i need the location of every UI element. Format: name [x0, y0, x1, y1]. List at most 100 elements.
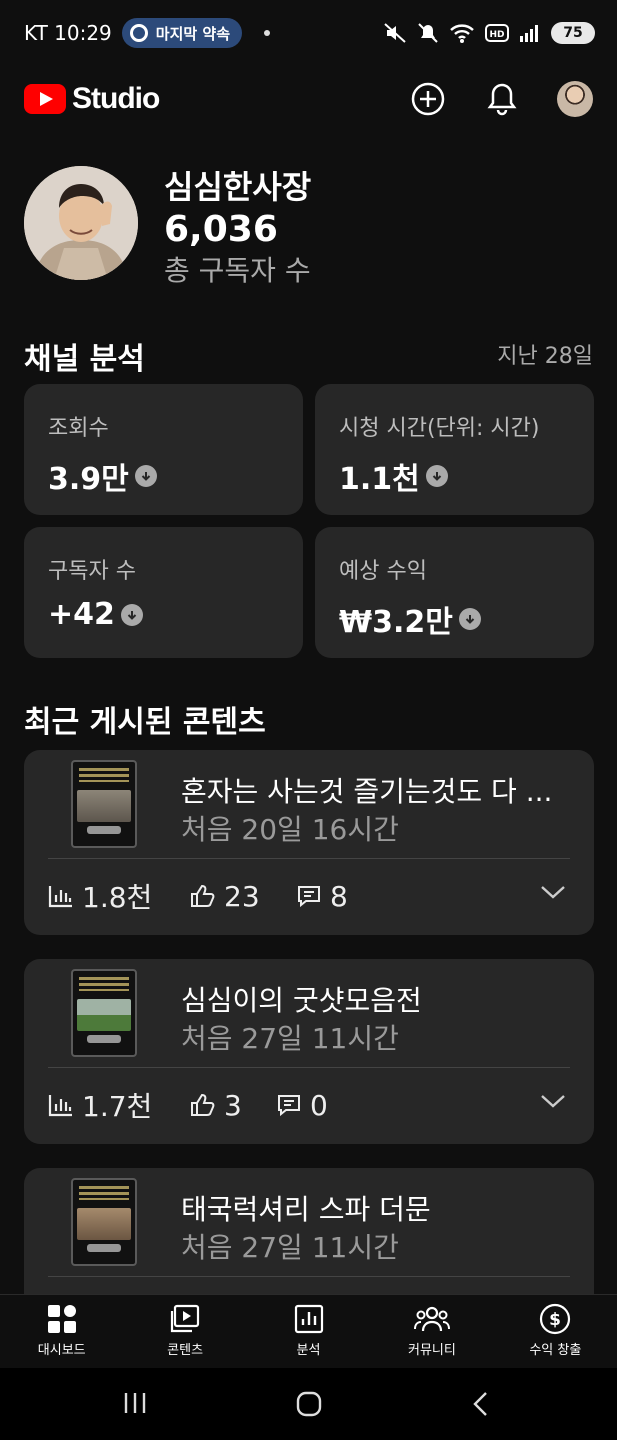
comments-metric: 0 — [276, 1089, 328, 1122]
nav-community[interactable]: 커뮤니티 — [370, 1295, 493, 1368]
video-thumbnail[interactable] — [71, 760, 137, 848]
account-avatar[interactable] — [557, 81, 593, 117]
stat-label: 예상 수익 — [339, 559, 427, 584]
home-icon — [296, 1391, 322, 1417]
video-title: 심심이의 굿샷모음전 — [181, 984, 422, 1017]
studio-logo[interactable]: Studio — [24, 82, 160, 116]
video-title: 태국럭셔리 스파 더문 — [181, 1193, 431, 1226]
nav-label: 대시보드 — [37, 1343, 86, 1358]
trend-down-icon — [120, 603, 143, 626]
stat-label: 조회수 — [48, 416, 109, 441]
signal-icon — [520, 25, 538, 42]
stat-card-subscribers[interactable]: 구독자 수 +42 — [24, 527, 303, 658]
status-left: KT 10:29 마지막 약속 — [24, 18, 271, 48]
trend-down-icon — [458, 608, 481, 630]
channel-info: 심심한사장 6,036 총 구독자 수 — [164, 166, 311, 290]
recents-button[interactable] — [122, 1390, 148, 1420]
video-title: 혼자는 사는것 즐기는것도 다 ... — [181, 775, 553, 808]
trend-down-icon — [425, 465, 448, 487]
header-actions — [409, 80, 593, 118]
add-circle-icon — [411, 82, 445, 116]
likes-metric: 3 — [190, 1089, 276, 1122]
notifications-button[interactable] — [483, 80, 521, 118]
pill-label: 마지막 약속 — [155, 24, 231, 43]
stat-number: ₩3.2만 — [339, 605, 453, 640]
video-card[interactable]: 심심이의 굿샷모음전 처음 27일 11시간 1.7천 3 0 — [24, 959, 594, 1144]
video-metrics: 1.8천 23 8 — [48, 876, 348, 916]
thumbnail-image — [77, 1208, 131, 1240]
thumbs-up-icon — [191, 1093, 215, 1116]
comments-count: 0 — [310, 1088, 328, 1122]
video-card[interactable]: 태국럭셔리 스파 더문 처음 27일 11시간 — [24, 1168, 594, 1294]
video-metrics: 1.7천 3 0 — [48, 1085, 328, 1125]
back-button[interactable] — [470, 1390, 492, 1422]
bell-icon — [487, 83, 517, 116]
thumbnail-logo — [87, 826, 121, 834]
stat-label: 구독자 수 — [48, 559, 136, 584]
stat-value: +42 — [48, 597, 143, 632]
expand-button[interactable] — [540, 884, 566, 904]
stat-card-views[interactable]: 조회수 3.9만 — [24, 384, 303, 515]
dashboard-icon — [47, 1305, 76, 1333]
nav-dashboard[interactable]: 대시보드 — [0, 1295, 123, 1368]
stat-value: ₩3.2만 — [339, 597, 481, 641]
thumbnail-image — [77, 790, 131, 822]
video-thumbnail[interactable] — [71, 969, 137, 1057]
divider — [48, 1067, 570, 1068]
analytics-title: 채널 분석 — [24, 342, 145, 377]
status-right: HD 75 — [383, 22, 595, 44]
analytics-period[interactable]: 지난 28일 — [497, 338, 593, 370]
home-button[interactable] — [295, 1390, 323, 1422]
video-card[interactable]: 혼자는 사는것 즐기는것도 다 ... 처음 20일 16시간 1.8천 23 … — [24, 750, 594, 935]
views-count: 1.8천 — [82, 881, 153, 914]
monetization-icon: $ — [540, 1303, 571, 1335]
subscriber-label: 총 구독자 수 — [164, 254, 311, 287]
channel-avatar[interactable] — [24, 166, 138, 280]
channel-name: 심심한사장 — [164, 168, 312, 206]
wifi-icon — [450, 24, 474, 43]
mute-icon — [384, 23, 406, 43]
chevron-down-icon — [541, 886, 565, 899]
stat-label: 시청 시간(단위: 시간) — [339, 416, 540, 441]
battery-icon: 75 — [551, 22, 595, 44]
subscriber-count: 6,036 — [164, 209, 278, 250]
comment-icon — [278, 1095, 300, 1117]
recents-icon — [124, 1393, 146, 1413]
bar-chart-icon — [48, 1095, 72, 1117]
svg-text:$: $ — [549, 1310, 561, 1330]
last-promise-pill[interactable]: 마지막 약속 — [121, 18, 243, 48]
create-button[interactable] — [409, 80, 447, 118]
likes-count: 23 — [224, 879, 260, 913]
notification-dot-icon — [264, 30, 271, 36]
content-icon — [171, 1304, 200, 1333]
system-nav-bar — [0, 1368, 617, 1440]
thumbnail-logo — [87, 1035, 121, 1043]
analytics-icon — [294, 1304, 323, 1334]
stat-number: 3.9만 — [48, 462, 129, 497]
person-photo-icon — [24, 166, 138, 280]
stat-card-revenue[interactable]: 예상 수익 ₩3.2만 — [315, 527, 594, 658]
hd-icon: HD — [485, 24, 509, 42]
video-thumbnail[interactable] — [71, 1178, 137, 1266]
nav-analytics[interactable]: 분석 — [247, 1295, 370, 1368]
nav-content[interactable]: 콘텐츠 — [123, 1295, 246, 1368]
likes-metric: 23 — [190, 880, 296, 913]
views-count: 1.7천 — [82, 1090, 153, 1123]
nav-label: 콘텐츠 — [167, 1343, 204, 1358]
views-metric: 1.7천 — [48, 1085, 190, 1125]
thumbs-up-icon — [191, 884, 215, 907]
stat-value: 1.1천 — [339, 454, 448, 498]
bottom-nav: 대시보드 콘텐츠 분석 커뮤니티 $ 수익 창출 — [0, 1294, 617, 1368]
comments-metric: 8 — [296, 880, 348, 913]
stat-card-watch-time[interactable]: 시청 시간(단위: 시간) 1.1천 — [315, 384, 594, 515]
thumbnail-image — [77, 999, 131, 1031]
nav-monetization[interactable]: $ 수익 창출 — [494, 1295, 617, 1368]
divider — [48, 858, 570, 859]
location-icon — [129, 24, 148, 42]
trend-down-icon — [134, 465, 157, 487]
channel-summary: 심심한사장 6,036 총 구독자 수 — [24, 166, 594, 287]
views-metric: 1.8천 — [48, 876, 190, 916]
thumbnail-caption — [79, 1186, 129, 1200]
expand-button[interactable] — [540, 1093, 566, 1113]
chevron-down-icon — [541, 1095, 565, 1108]
